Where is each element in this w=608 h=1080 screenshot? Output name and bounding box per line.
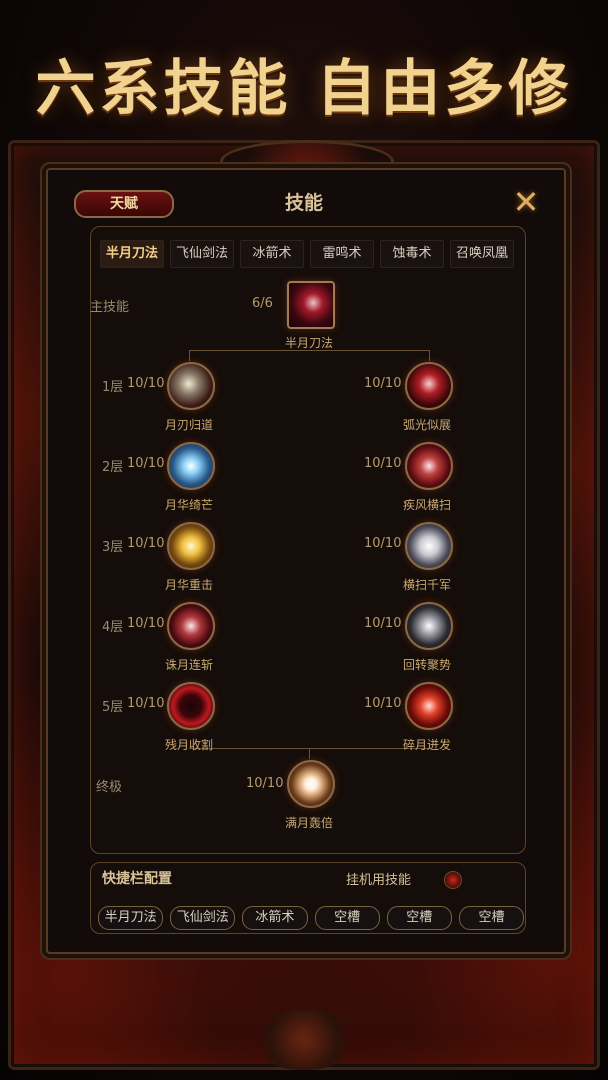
auto-skill-toggle[interactable]	[444, 871, 462, 889]
skill-level: 10/10	[127, 376, 165, 391]
tab-bingjian[interactable]: 冰箭术	[240, 240, 304, 268]
ultimate-row-label: 终极	[96, 780, 123, 795]
frame-bottom-ornament	[250, 1010, 358, 1070]
ultimate-skill-name: 满月轰倍	[284, 816, 333, 830]
main-skill-level: 6/6	[252, 296, 273, 311]
tier-label: 5层	[102, 700, 124, 715]
tree-branch-left-drop	[189, 350, 190, 362]
tab-leiming[interactable]: 雷鸣术	[310, 240, 374, 268]
close-icon: ✕	[512, 183, 540, 221]
skill-level: 10/10	[127, 456, 165, 471]
skill-icon-zhuyuelianzhan[interactable]	[167, 602, 215, 650]
quick-slot-3[interactable]: 冰箭术	[242, 906, 308, 930]
quick-slot-1[interactable]: 半月刀法	[98, 906, 164, 930]
main-skill-icon[interactable]	[287, 281, 335, 329]
tab-feixian[interactable]: 飞仙剑法	[170, 240, 234, 268]
skill-level: 10/10	[364, 536, 402, 551]
main-skill-name: 半月刀法	[284, 336, 333, 350]
main-skill-row-label: 主技能	[90, 300, 130, 315]
tier-label: 3层	[102, 540, 124, 555]
tree-branch-right-drop	[429, 350, 430, 362]
skill-level: 10/10	[364, 696, 402, 711]
skill-icon-canyueshouge[interactable]	[167, 682, 215, 730]
skill-level: 10/10	[127, 536, 165, 551]
skill-level: 10/10	[364, 456, 402, 471]
skill-name: 月华绮芒	[164, 498, 213, 512]
skill-level: 10/10	[127, 616, 165, 631]
tier-label: 4层	[102, 620, 124, 635]
quick-slot-6[interactable]: 空槽	[458, 906, 525, 930]
quick-slot-2[interactable]: 飞仙剑法	[170, 906, 236, 930]
ultimate-level: 10/10	[246, 776, 284, 791]
promo-headline: 六系技能 自由多修	[35, 54, 573, 124]
skill-level: 10/10	[364, 616, 402, 631]
tier-label: 2层	[102, 460, 124, 475]
skill-name: 弧光似展	[402, 418, 451, 432]
quick-slot-4[interactable]: 空槽	[314, 906, 380, 930]
skill-icon-yuehuaqimang[interactable]	[167, 442, 215, 490]
skill-name: 诛月连斩	[164, 658, 213, 672]
skill-level: 10/10	[364, 376, 402, 391]
panel-title: 技能	[284, 192, 323, 214]
skill-icon-hengsaoqianjun[interactable]	[405, 522, 453, 570]
ultimate-skill-icon[interactable]	[287, 760, 335, 808]
skill-icon-yuehuazhongji[interactable]	[167, 522, 215, 570]
skill-icon-yuerenguidao[interactable]	[167, 362, 215, 410]
skill-icon-huguangsizhan[interactable]	[405, 362, 453, 410]
skill-icon-huizhuanjushi[interactable]	[405, 602, 453, 650]
tab-shidu[interactable]: 蚀毒术	[380, 240, 444, 268]
quick-slot-5[interactable]: 空槽	[386, 906, 452, 930]
skill-name: 疾风横扫	[402, 498, 451, 512]
skill-name: 碎月迸发	[402, 738, 451, 752]
skill-name: 横扫千军	[402, 578, 451, 592]
skill-level: 10/10	[127, 696, 165, 711]
quickbar-title: 快捷栏配置	[102, 871, 172, 887]
tier-label: 1层	[102, 380, 124, 395]
tree-branch-ultimate	[309, 748, 310, 760]
tab-banyue[interactable]: 半月刀法	[100, 240, 164, 268]
school-tabs: 半月刀法 飞仙剑法 冰箭术 雷鸣术 蚀毒术 召唤凤凰	[100, 240, 514, 268]
tree-branch-top	[189, 350, 429, 351]
close-button[interactable]: ✕	[506, 182, 546, 222]
skill-name: 月华重击	[164, 578, 213, 592]
tab-fenghuang[interactable]: 召唤凤凰	[450, 240, 514, 268]
skill-name: 回转聚势	[402, 658, 451, 672]
quickbar-slots: 半月刀法 飞仙剑法 冰箭术 空槽 空槽 空槽	[98, 906, 525, 930]
skill-icon-jifenghengsao[interactable]	[405, 442, 453, 490]
skill-name: 月刃归道	[164, 418, 213, 432]
skill-name: 残月收割	[164, 738, 213, 752]
auto-skill-label: 挂机用技能	[346, 873, 412, 888]
skill-icon-suiyuebengfa[interactable]	[405, 682, 453, 730]
talent-tab[interactable]: 天赋	[74, 190, 174, 218]
